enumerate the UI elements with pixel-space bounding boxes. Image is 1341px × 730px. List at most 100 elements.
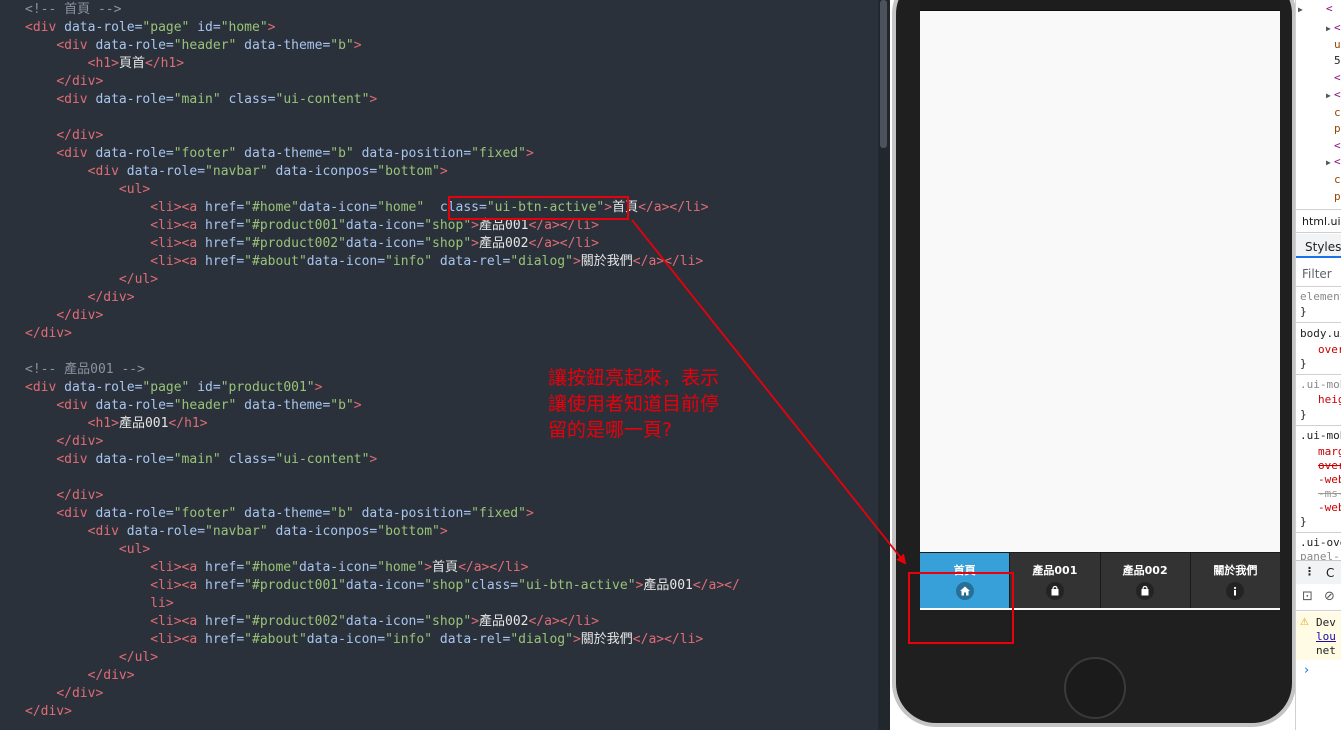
- dom-tree-line[interactable]: <: [1334, 88, 1341, 102]
- dom-tree-line[interactable]: <: [1334, 71, 1341, 85]
- kebab-menu-icon[interactable]: ⋮: [1304, 565, 1315, 579]
- code-token: <li><a: [150, 614, 206, 629]
- code-token: >: [471, 236, 479, 251]
- expand-triangle-icon[interactable]: ▶: [1298, 5, 1303, 14]
- code-token: 產品001: [479, 218, 529, 233]
- code-token: data-rel=: [432, 254, 511, 269]
- code-line: </div>: [25, 667, 740, 685]
- code-token: >: [369, 452, 378, 467]
- css-rule-line: marg: [1318, 445, 1341, 458]
- divider: [1296, 425, 1341, 426]
- code-line: </div>: [25, 325, 740, 343]
- code-line: </div>: [25, 307, 740, 325]
- expand-triangle-icon[interactable]: ▶: [1326, 91, 1331, 100]
- console-drawer-tabs[interactable]: ⋮ C: [1296, 560, 1341, 584]
- code-token: data-role=: [95, 398, 174, 413]
- code-line: [25, 109, 740, 127]
- page-content: [920, 12, 1280, 552]
- divider: [1296, 610, 1341, 611]
- code-token: <div: [25, 20, 65, 35]
- shop-icon: [1045, 582, 1064, 600]
- code-token: data-role=: [95, 506, 174, 521]
- console-prompt-icon[interactable]: ›: [1304, 664, 1309, 678]
- phone-home-button[interactable]: [1064, 657, 1126, 719]
- code-token: >: [572, 254, 581, 269]
- code-token: href=: [205, 218, 245, 233]
- code-token: <!-- 產品001 -->: [25, 362, 145, 377]
- code-line: <li><a href="#home"data-icon="home">首頁</…: [25, 559, 740, 577]
- code-line: </div>: [25, 487, 740, 505]
- code-token: </h1>: [144, 56, 185, 71]
- tab-styles[interactable]: Styles: [1296, 234, 1341, 258]
- code-token: "#product002": [244, 236, 346, 251]
- code-token: </div>: [25, 704, 72, 719]
- code-token: </a></li>: [528, 218, 599, 233]
- code-token: "#about": [244, 632, 307, 647]
- dom-tree-line[interactable]: <: [1334, 21, 1341, 35]
- styles-filter-input[interactable]: Filter: [1302, 267, 1332, 281]
- tab-console[interactable]: C: [1326, 566, 1334, 580]
- code-line: <li><a href="#product001"data-icon="shop…: [25, 217, 740, 235]
- dom-tree-line: p: [1334, 122, 1341, 135]
- dom-breadcrumb[interactable]: html.ui-: [1302, 215, 1341, 228]
- editor-scroll-thumb[interactable]: [880, 0, 887, 148]
- code-line: <ul>: [25, 541, 740, 559]
- warning-link[interactable]: lou: [1316, 630, 1336, 644]
- code-line: [25, 469, 740, 487]
- code-token: >: [439, 524, 448, 539]
- code-token: 關於我們: [580, 254, 633, 269]
- nav-button-2[interactable]: 產品001: [1010, 553, 1101, 608]
- code-token: <div: [56, 452, 96, 467]
- clear-console-icon[interactable]: ⊘: [1324, 590, 1335, 604]
- divider: [1296, 532, 1341, 533]
- code-line: li>: [25, 595, 740, 613]
- code-line: <ul>: [25, 181, 740, 199]
- css-rule-line: .ui-ove: [1300, 536, 1341, 549]
- code-token: id=: [189, 380, 221, 395]
- divider: [1296, 374, 1341, 375]
- code-token: "page": [142, 20, 190, 35]
- code-token: href=: [205, 236, 245, 251]
- code-token: </a></li>: [458, 560, 529, 575]
- code-token: "#home": [244, 200, 299, 215]
- code-token: <li><a: [150, 254, 206, 269]
- code-token: 頁首: [118, 56, 145, 71]
- dom-tree-line[interactable]: <: [1334, 155, 1341, 169]
- dom-tree-line[interactable]: <: [1334, 139, 1341, 153]
- nav-button-4[interactable]: 關於我們: [1190, 553, 1280, 608]
- nav-button-label: 產品002: [1122, 564, 1168, 577]
- code-token: <li><a: [150, 632, 206, 647]
- code-token: data-role=: [64, 20, 143, 35]
- code-token: >: [525, 146, 534, 161]
- expand-triangle-icon[interactable]: ▶: [1326, 158, 1331, 167]
- highlight-box-active-class: [448, 196, 629, 220]
- expand-triangle-icon[interactable]: ▶: [1326, 24, 1331, 33]
- sidebar-toggle-icon[interactable]: ⊡: [1302, 590, 1313, 604]
- code-token: "info": [385, 254, 433, 269]
- css-rule-line: over: [1318, 459, 1341, 472]
- code-token: "info": [385, 632, 433, 647]
- code-line: </div>: [25, 73, 740, 91]
- code-token: "footer": [173, 146, 237, 161]
- nav-button-3[interactable]: 產品002: [1100, 553, 1191, 608]
- code-token: "shop": [424, 236, 472, 251]
- dom-tree-line: c: [1334, 173, 1341, 186]
- code-token: 產品002: [479, 236, 529, 251]
- code-token: "fixed": [471, 146, 526, 161]
- code-token: data-icon=: [345, 218, 425, 233]
- phone-screen: 頁首 首頁產品001產品002關於我們: [920, 0, 1280, 610]
- code-line: </div>: [25, 289, 740, 307]
- dom-tree-line[interactable]: <: [1326, 2, 1333, 16]
